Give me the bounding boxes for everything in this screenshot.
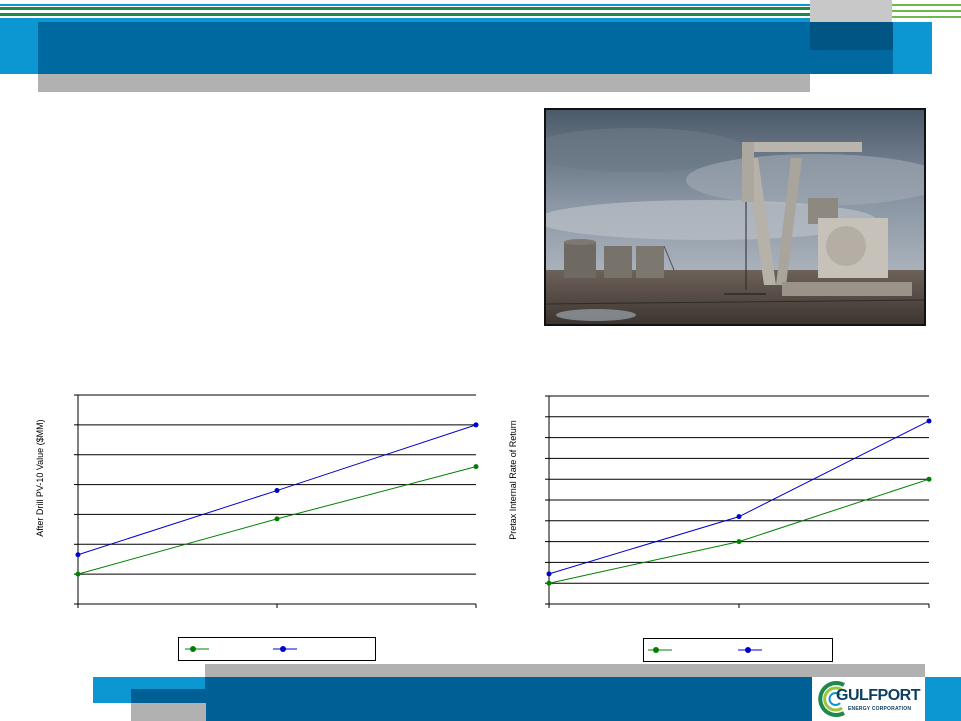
header-title-bar xyxy=(38,22,893,74)
chart-irr-legend xyxy=(643,638,833,662)
series-line-0 xyxy=(548,478,930,584)
data-point xyxy=(274,516,280,522)
chart-irr-plot xyxy=(545,395,932,608)
footer-cyan-right xyxy=(925,677,961,721)
data-point xyxy=(926,476,932,482)
chart-pv10-ylabel: After Drill PV-10 Value ($MM) xyxy=(35,419,45,537)
header-dark-right xyxy=(810,22,893,50)
legend-blue-marker xyxy=(280,646,286,652)
chart-irr: Pretax Internal Rate of Return xyxy=(500,385,940,625)
header-cyan-left xyxy=(0,22,38,74)
footer-gray-left xyxy=(131,703,206,721)
data-point xyxy=(274,488,280,494)
legend-green-marker xyxy=(653,647,659,653)
chart-pv10-legend-marks xyxy=(185,646,297,652)
data-point xyxy=(926,418,932,424)
header-stripe-2 xyxy=(0,7,810,10)
header-stripe-1 xyxy=(0,0,810,6)
legend-blue-marker xyxy=(745,647,751,653)
chart-irr-legend-marks xyxy=(648,647,762,653)
gulfport-logo-name: GULFPORT xyxy=(836,687,921,704)
header-gray-block-right xyxy=(810,0,892,22)
data-point xyxy=(546,580,552,586)
data-point xyxy=(473,464,479,470)
data-point xyxy=(736,539,742,545)
chart-pv10-plot xyxy=(74,394,479,608)
legend-green-marker xyxy=(190,646,196,652)
header-stripe-3 xyxy=(0,13,810,16)
chart-pv10-legend xyxy=(178,637,376,661)
pumpjack-photo xyxy=(544,108,926,326)
data-point xyxy=(736,514,742,520)
header-gray-underbar xyxy=(38,74,810,92)
footer-blue-left xyxy=(131,689,206,703)
chart-pv10: After Drill PV-10 Value ($MM) xyxy=(30,385,500,625)
header-green-lines-right xyxy=(892,0,961,22)
data-point xyxy=(546,571,552,577)
chart-irr-ylabel: Pretax Internal Rate of Return xyxy=(508,420,518,540)
footer-gray-top xyxy=(205,664,925,677)
data-point xyxy=(75,571,81,577)
data-point xyxy=(473,422,479,428)
data-point xyxy=(75,552,81,558)
gulfport-logo-tagline: ENERGY CORPORATION xyxy=(848,706,912,712)
pumpjack-image xyxy=(546,110,924,324)
gulfport-logo: GULFPORT ENERGY CORPORATION xyxy=(812,677,925,721)
